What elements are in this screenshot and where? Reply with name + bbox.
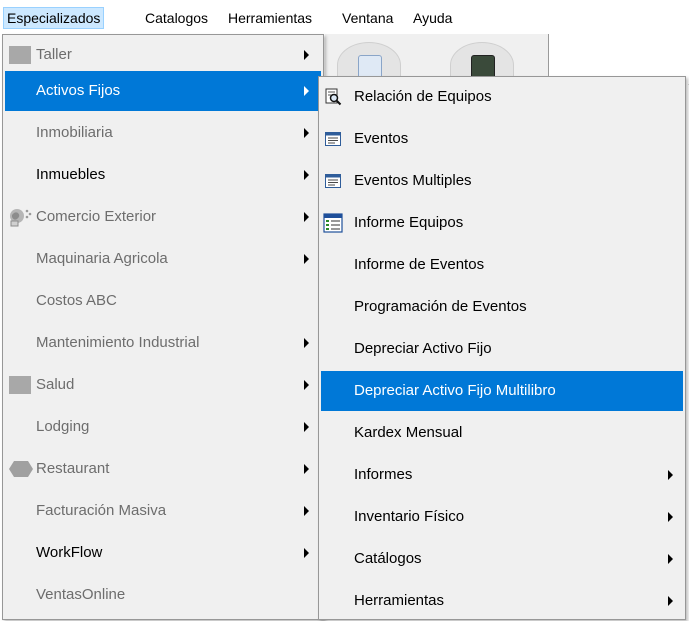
menu-item-depreciar-activo-fijo-multilibro[interactable]: Depreciar Activo Fijo Multilibro (321, 371, 683, 411)
menu-item-label: WorkFlow (36, 544, 103, 561)
menu-item-label: Catálogos (354, 550, 422, 567)
menu-item-label: Depreciar Activo Fijo Multilibro (354, 382, 556, 399)
menu-item-taller[interactable]: Taller (5, 35, 321, 75)
menu-item-label: Informe de Eventos (354, 256, 485, 273)
menu-item-label: Depreciar Activo Fijo (354, 340, 492, 357)
menu-item-inventario-fisico[interactable]: Inventario Físico (321, 497, 683, 537)
menu-item-lodging[interactable]: Lodging (5, 407, 321, 447)
menu-ventana[interactable]: Ventana (339, 8, 396, 28)
menu-item-catalogos[interactable]: Catálogos (321, 539, 683, 579)
globe-icon (10, 209, 32, 227)
menu-item-depreciar-activo-fijo[interactable]: Depreciar Activo Fijo (321, 329, 683, 369)
menu-item-label: Facturación Masiva (36, 502, 167, 519)
menu-item-label: Eventos (354, 130, 409, 147)
menu-item-salud[interactable]: Salud (5, 365, 321, 405)
menu-item-label: Costos ABC (36, 292, 117, 309)
submenu-arrow-icon (668, 554, 673, 564)
menu-item-label: Maquinaria Agricola (36, 250, 168, 267)
menu-item-label: Taller (36, 46, 72, 63)
menu-item-label: Programación de Eventos (354, 298, 527, 315)
menu-item-label: Restaurant (36, 460, 110, 477)
list-window-icon (325, 132, 341, 146)
menu-item-mantenimiento-industrial[interactable]: Mantenimiento Industrial (5, 323, 321, 363)
submenu-arrow-icon (304, 254, 309, 264)
menu-item-label: Inmuebles (36, 166, 106, 183)
submenu-arrow-icon (304, 212, 309, 222)
submenu-arrow-icon (304, 464, 309, 474)
menu-item-label: Herramientas (354, 592, 445, 609)
menu-item-facturacion-masiva[interactable]: Facturación Masiva (5, 491, 321, 531)
menu-item-label: Inventario Físico (354, 508, 465, 525)
module-icon (9, 46, 31, 64)
menu-item-label: Comercio Exterior (36, 208, 157, 225)
menu-item-informe-de-eventos[interactable]: Informe de Eventos (321, 245, 683, 285)
menu-item-label: Lodging (36, 418, 90, 435)
submenu-arrow-icon (304, 50, 309, 60)
menu-item-eventos[interactable]: Eventos (321, 119, 683, 159)
menu-item-restaurant[interactable]: Restaurant (5, 449, 321, 489)
module-icon (9, 376, 31, 394)
menu-bar: Especializados Catalogos Herramientas Ve… (0, 0, 689, 34)
menu-item-label: Activos Fijos (36, 82, 121, 99)
submenu-arrow-icon (668, 512, 673, 522)
menu-item-label: Eventos Multiples (354, 172, 472, 189)
menu-item-label: VentasOnline (36, 586, 126, 603)
menu-item-informes[interactable]: Informes (321, 455, 683, 495)
menu-ayuda[interactable]: Ayuda (410, 8, 455, 28)
submenu-arrow-icon (668, 596, 673, 606)
submenu-arrow-icon (304, 86, 309, 96)
menu-item-maquinaria-agricola[interactable]: Maquinaria Agricola (5, 239, 321, 279)
menu-item-informe-equipos[interactable]: Informe Equipos (321, 203, 683, 243)
submenu-arrow-icon (304, 506, 309, 516)
submenu-arrow-icon (668, 470, 673, 480)
menu-item-inmobiliaria[interactable]: Inmobiliaria (5, 113, 321, 153)
menu-item-label: Kardex Mensual (354, 424, 463, 441)
menu-item-comercio-exterior[interactable]: Comercio Exterior (5, 197, 321, 237)
menu-catalogos[interactable]: Catalogos (142, 8, 211, 28)
submenu-arrow-icon (304, 548, 309, 558)
activos-fijos-submenu: Relación de Equipos Eventos Eventos Mult… (318, 76, 686, 620)
menu-item-relacion-de-equipos[interactable]: Relación de Equipos (321, 77, 683, 117)
menu-item-inmuebles[interactable]: Inmuebles (5, 155, 321, 195)
menu-item-herramientas[interactable]: Herramientas (321, 581, 683, 621)
menu-item-ventasonline[interactable]: VentasOnline (5, 575, 321, 615)
restaurant-icon (9, 461, 33, 477)
magnifier-document-icon (325, 88, 342, 106)
menu-item-label: Informe Equipos (354, 214, 464, 231)
menu-item-kardex-mensual[interactable]: Kardex Mensual (321, 413, 683, 453)
menu-item-label: Inmobiliaria (36, 124, 113, 141)
submenu-arrow-icon (304, 128, 309, 138)
menu-item-eventos-multiples[interactable]: Eventos Multiples (321, 161, 683, 201)
menu-item-label: Informes (354, 466, 413, 483)
especializados-menu: Taller Activos Fijos Inmobiliaria Inmueb… (2, 34, 324, 620)
menu-item-label: Mantenimiento Industrial (36, 334, 200, 351)
submenu-arrow-icon (304, 380, 309, 390)
report-table-icon (323, 213, 343, 233)
menu-item-activos-fijos[interactable]: Activos Fijos (5, 71, 321, 111)
menu-especializados[interactable]: Especializados (2, 7, 105, 29)
submenu-arrow-icon (304, 422, 309, 432)
list-window-icon (325, 174, 341, 188)
submenu-arrow-icon (304, 170, 309, 180)
menu-item-workflow[interactable]: WorkFlow (5, 533, 321, 573)
submenu-arrow-icon (304, 338, 309, 348)
menu-item-label: Salud (36, 376, 75, 393)
menu-item-label: Relación de Equipos (354, 88, 492, 105)
menu-item-costos-abc[interactable]: Costos ABC (5, 281, 321, 321)
menu-herramientas[interactable]: Herramientas (225, 8, 315, 28)
menu-item-programacion-de-eventos[interactable]: Programación de Eventos (321, 287, 683, 327)
